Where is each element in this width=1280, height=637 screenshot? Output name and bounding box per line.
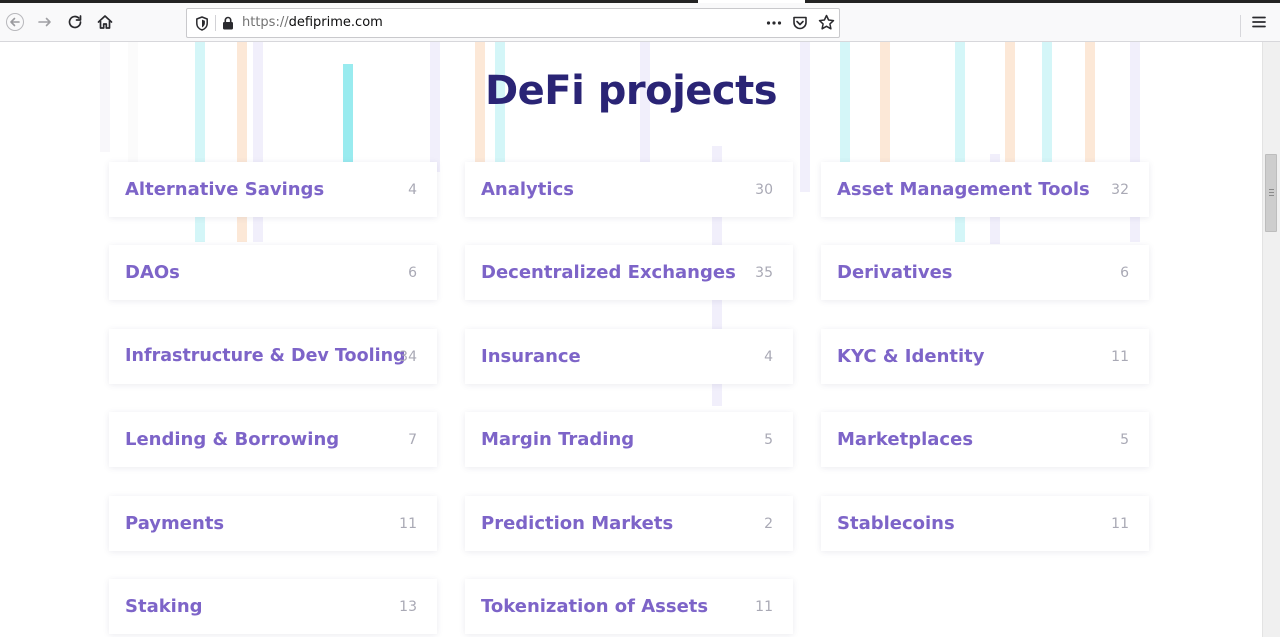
- category-name: Staking: [125, 596, 203, 617]
- category-count: 11: [755, 599, 773, 615]
- category-count: 7: [408, 432, 417, 448]
- category-name: Derivatives: [837, 262, 953, 283]
- url-host: defiprime.com: [288, 15, 383, 30]
- category-card-derivatives[interactable]: Derivatives 6: [821, 245, 1149, 300]
- category-count: 35: [755, 265, 773, 281]
- category-count: 6: [1120, 265, 1129, 281]
- category-name: Prediction Markets: [481, 513, 674, 534]
- category-name: DAOs: [125, 262, 180, 283]
- category-card-payments[interactable]: Payments 11: [109, 496, 437, 551]
- category-count: 13: [399, 599, 417, 615]
- url-separator: [215, 15, 216, 31]
- back-button[interactable]: [1, 8, 29, 36]
- star-icon[interactable]: [818, 14, 835, 35]
- category-card-margin-trading[interactable]: Margin Trading 5: [465, 412, 793, 467]
- category-card-alternative-savings[interactable]: Alternative Savings 4: [109, 162, 437, 217]
- category-count: 11: [1111, 349, 1129, 365]
- menu-button[interactable]: [1245, 8, 1273, 36]
- category-name: Alternative Savings: [125, 179, 325, 200]
- category-count: 30: [755, 182, 773, 198]
- decorative-bar: [800, 42, 810, 192]
- page-title: DeFi projects: [484, 68, 778, 114]
- category-name: Lending & Borrowing: [125, 429, 340, 450]
- category-card-stablecoins[interactable]: Stablecoins 11: [821, 496, 1149, 551]
- category-card-staking[interactable]: Staking 13: [109, 579, 437, 634]
- scrollbar-grip: [1269, 195, 1274, 196]
- home-icon: [97, 15, 113, 29]
- forward-button[interactable]: [31, 8, 59, 36]
- lock-icon[interactable]: [221, 15, 235, 35]
- category-card-asset-management-tools[interactable]: Asset Management Tools 32: [821, 162, 1149, 217]
- toolbar-divider: [1240, 15, 1241, 37]
- forward-icon: [38, 17, 51, 27]
- category-name: Marketplaces: [837, 429, 974, 450]
- category-name: Insurance: [481, 346, 581, 367]
- scrollbar-grip: [1269, 192, 1274, 193]
- category-count: 6: [408, 265, 417, 281]
- url-bar[interactable]: https://defiprime.com: [186, 8, 840, 38]
- category-card-infrastructure-dev-tooling[interactable]: Infrastructure & Dev Tooling 34: [109, 329, 437, 384]
- category-card-prediction-markets[interactable]: Prediction Markets 2: [465, 496, 793, 551]
- url-text[interactable]: https://defiprime.com: [242, 15, 383, 30]
- more-icon[interactable]: [765, 14, 783, 36]
- category-count: 11: [399, 516, 417, 532]
- scrollbar-thumb[interactable]: [1265, 154, 1277, 232]
- page-content: DeFi projects Alternative Savings 4 Analy…: [0, 42, 1262, 637]
- category-card-analytics[interactable]: Analytics 30: [465, 162, 793, 217]
- category-count: 4: [764, 349, 773, 365]
- reload-button[interactable]: [61, 8, 89, 36]
- pocket-icon[interactable]: [792, 15, 808, 35]
- category-count: 5: [1120, 432, 1129, 448]
- scrollbar-grip: [1269, 189, 1274, 190]
- category-name: Stablecoins: [837, 513, 955, 534]
- category-count: 2: [764, 516, 773, 532]
- category-count: 32: [1111, 182, 1129, 198]
- category-name: Tokenization of Assets: [481, 596, 709, 617]
- category-count: 11: [1111, 516, 1129, 532]
- category-card-insurance[interactable]: Insurance 4: [465, 329, 793, 384]
- home-button[interactable]: [91, 8, 119, 36]
- category-card-decentralized-exchanges[interactable]: Decentralized Exchanges 35: [465, 245, 793, 300]
- category-card-marketplaces[interactable]: Marketplaces 5: [821, 412, 1149, 467]
- category-card-kyc-identity[interactable]: KYC & Identity 11: [821, 329, 1149, 384]
- browser-toolbar: https://defiprime.com: [0, 3, 1280, 42]
- vertical-scrollbar[interactable]: [1262, 42, 1280, 637]
- category-name: Infrastructure & Dev Tooling: [125, 346, 406, 366]
- category-card-tokenization-of-assets[interactable]: Tokenization of Assets 11: [465, 579, 793, 634]
- category-name: Margin Trading: [481, 429, 635, 450]
- category-count: 34: [399, 349, 417, 365]
- category-card-daos[interactable]: DAOs 6: [109, 245, 437, 300]
- category-count: 4: [408, 182, 417, 198]
- url-scheme: https://: [242, 15, 289, 30]
- back-icon: [6, 13, 24, 31]
- category-card-lending-borrowing[interactable]: Lending & Borrowing 7: [109, 412, 437, 467]
- category-name: Analytics: [481, 179, 574, 200]
- category-name: Payments: [125, 513, 225, 534]
- menu-icon: [1252, 16, 1266, 28]
- category-name: Asset Management Tools: [837, 179, 1090, 200]
- category-count: 5: [764, 432, 773, 448]
- reload-icon: [68, 15, 82, 29]
- category-name: Decentralized Exchanges: [481, 262, 736, 283]
- shield-icon[interactable]: [195, 16, 209, 35]
- category-name: KYC & Identity: [837, 346, 985, 367]
